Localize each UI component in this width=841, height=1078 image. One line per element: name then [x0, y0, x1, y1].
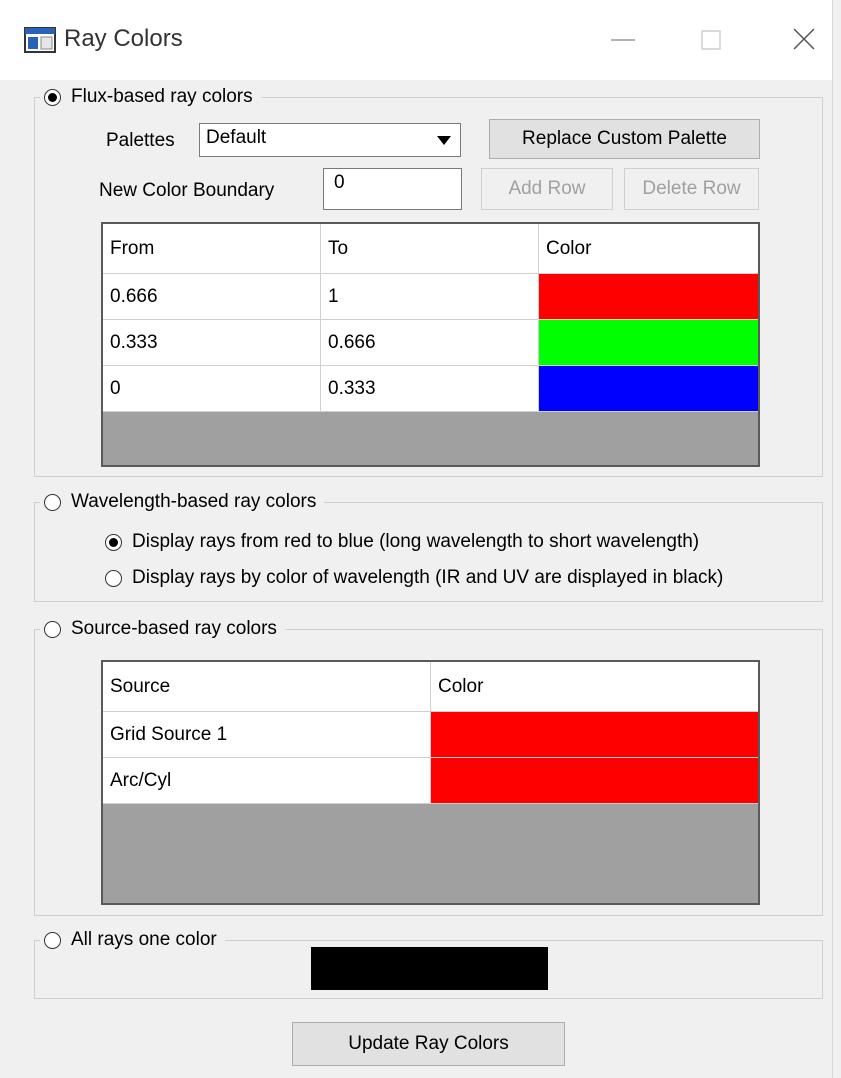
- flux-radio[interactable]: [44, 88, 61, 106]
- one-color-swatch[interactable]: [311, 947, 548, 990]
- palette-dropdown[interactable]: Default: [199, 123, 461, 157]
- minimize-button[interactable]: [603, 20, 643, 60]
- flux-color-table: From To Color 0.666 1 0.333 0.666 0 0.33…: [101, 222, 760, 467]
- table-cell-from[interactable]: 0.666: [103, 274, 321, 320]
- red-to-blue-label: Display rays from red to blue (long wave…: [132, 531, 700, 552]
- title-bar[interactable]: Ray Colors: [0, 0, 832, 80]
- table-cell-source[interactable]: Arc/Cyl: [103, 758, 431, 804]
- table-cell-from[interactable]: 0.333: [103, 320, 321, 366]
- red-to-blue-radio[interactable]: [105, 533, 122, 551]
- one-color-legend[interactable]: All rays one color: [40, 928, 225, 952]
- wavelength-legend[interactable]: Wavelength-based ray colors: [40, 490, 325, 514]
- source-color-table: Source Color Grid Source 1 Arc/Cyl: [101, 660, 760, 905]
- column-header-to[interactable]: To: [321, 224, 539, 274]
- ray-colors-dialog: Ray Colors Flux-based ray colors Palette…: [0, 0, 833, 1078]
- column-header-color[interactable]: Color: [431, 662, 758, 712]
- source-legend[interactable]: Source-based ray colors: [40, 617, 285, 641]
- replace-custom-palette-button[interactable]: Replace Custom Palette: [489, 119, 760, 159]
- one-color-radio[interactable]: [44, 931, 61, 949]
- close-button[interactable]: [784, 20, 824, 60]
- one-color-label: All rays one color: [71, 929, 217, 950]
- palettes-label: Palettes: [106, 130, 175, 151]
- maximize-button[interactable]: [690, 20, 730, 60]
- flux-label: Flux-based ray colors: [71, 86, 253, 107]
- new-color-boundary-value: 0: [334, 172, 345, 193]
- column-header-color[interactable]: Color: [539, 224, 758, 274]
- red-to-blue-option[interactable]: Display rays from red to blue (long wave…: [105, 531, 699, 553]
- delete-row-button[interactable]: Delete Row: [624, 168, 759, 210]
- source-label: Source-based ray colors: [71, 618, 277, 639]
- color-of-wavelength-radio[interactable]: [105, 569, 122, 587]
- app-window-icon: [24, 27, 56, 53]
- table-cell-to[interactable]: 0.333: [321, 366, 539, 412]
- wavelength-label: Wavelength-based ray colors: [71, 491, 317, 512]
- column-header-source[interactable]: Source: [103, 662, 431, 712]
- flux-legend[interactable]: Flux-based ray colors: [40, 85, 261, 109]
- color-swatch-cell[interactable]: [539, 320, 758, 366]
- color-swatch-cell[interactable]: [431, 712, 758, 758]
- color-of-wavelength-option[interactable]: Display rays by color of wavelength (IR …: [105, 567, 723, 589]
- add-row-button[interactable]: Add Row: [481, 168, 613, 210]
- wavelength-radio[interactable]: [44, 493, 61, 511]
- column-header-from[interactable]: From: [103, 224, 321, 274]
- table-cell-source[interactable]: Grid Source 1: [103, 712, 431, 758]
- table-cell-from[interactable]: 0: [103, 366, 321, 412]
- table-cell-to[interactable]: 1: [321, 274, 539, 320]
- chevron-down-icon[interactable]: [431, 128, 457, 152]
- color-swatch-cell[interactable]: [539, 274, 758, 320]
- color-swatch-cell[interactable]: [431, 758, 758, 804]
- window-title: Ray Colors: [64, 25, 183, 52]
- table-cell-to[interactable]: 0.666: [321, 320, 539, 366]
- color-of-wavelength-label: Display rays by color of wavelength (IR …: [132, 567, 724, 588]
- color-swatch-cell[interactable]: [539, 366, 758, 412]
- new-color-boundary-input[interactable]: 0: [323, 168, 462, 210]
- update-ray-colors-button[interactable]: Update Ray Colors: [292, 1022, 565, 1066]
- palette-value: Default: [206, 127, 267, 148]
- new-color-boundary-label: New Color Boundary: [99, 180, 275, 201]
- source-radio[interactable]: [44, 620, 61, 638]
